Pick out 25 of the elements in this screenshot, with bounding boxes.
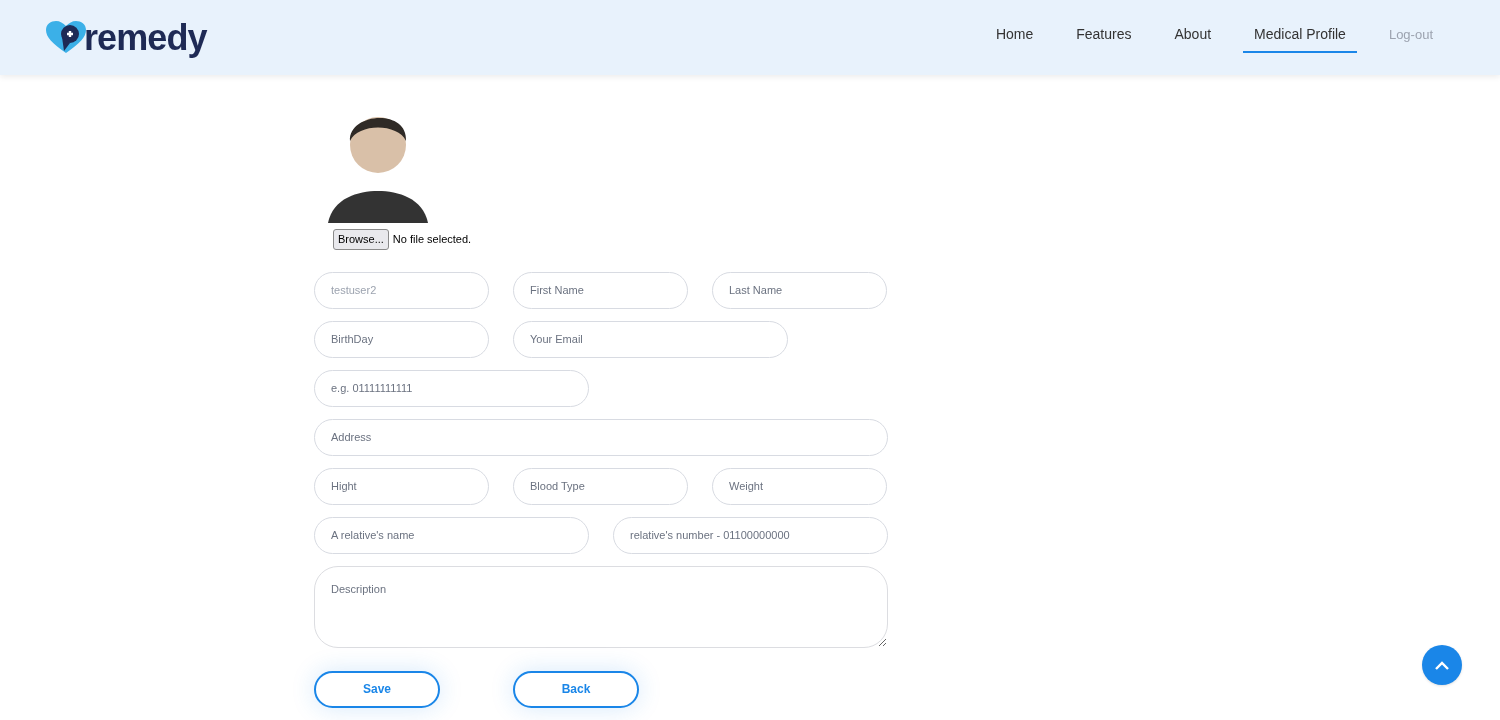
input-field[interactable]: Blood Type: [513, 467, 688, 505]
nav-link[interactable]: Features: [1065, 22, 1143, 53]
logo-text: remedy: [84, 19, 207, 56]
file-status: No file selected.: [392, 232, 472, 247]
input-field[interactable]: relative's number - 01100000000: [613, 516, 888, 554]
nav-link[interactable]: Home: [984, 22, 1045, 53]
input-field[interactable]: First Name: [513, 271, 688, 309]
input-field[interactable]: Hight: [314, 467, 489, 505]
input-field[interactable]: Weight: [712, 467, 887, 505]
input-field[interactable]: Last Name: [712, 271, 887, 309]
scroll-to-top-button[interactable]: [1422, 645, 1462, 685]
description-field[interactable]: Description: [314, 565, 888, 648]
heart-pin-icon: [46, 20, 86, 55]
logo[interactable]: remedy: [46, 19, 207, 56]
browse-button[interactable]: Browse...: [333, 229, 389, 250]
nav-link[interactable]: Medical Profile: [1243, 22, 1357, 53]
input-field[interactable]: e.g. 01111111111: [314, 369, 589, 407]
nav-link[interactable]: About: [1163, 22, 1223, 53]
back-button[interactable]: Back: [513, 670, 639, 708]
input-field[interactable]: BirthDay: [314, 320, 489, 358]
input-field[interactable]: A relative's name: [314, 516, 589, 554]
input-field[interactable]: Address: [314, 418, 888, 456]
input-field[interactable]: Your Email: [513, 320, 788, 358]
save-button[interactable]: Save: [314, 670, 440, 708]
chevron-up-icon: [1435, 660, 1449, 670]
